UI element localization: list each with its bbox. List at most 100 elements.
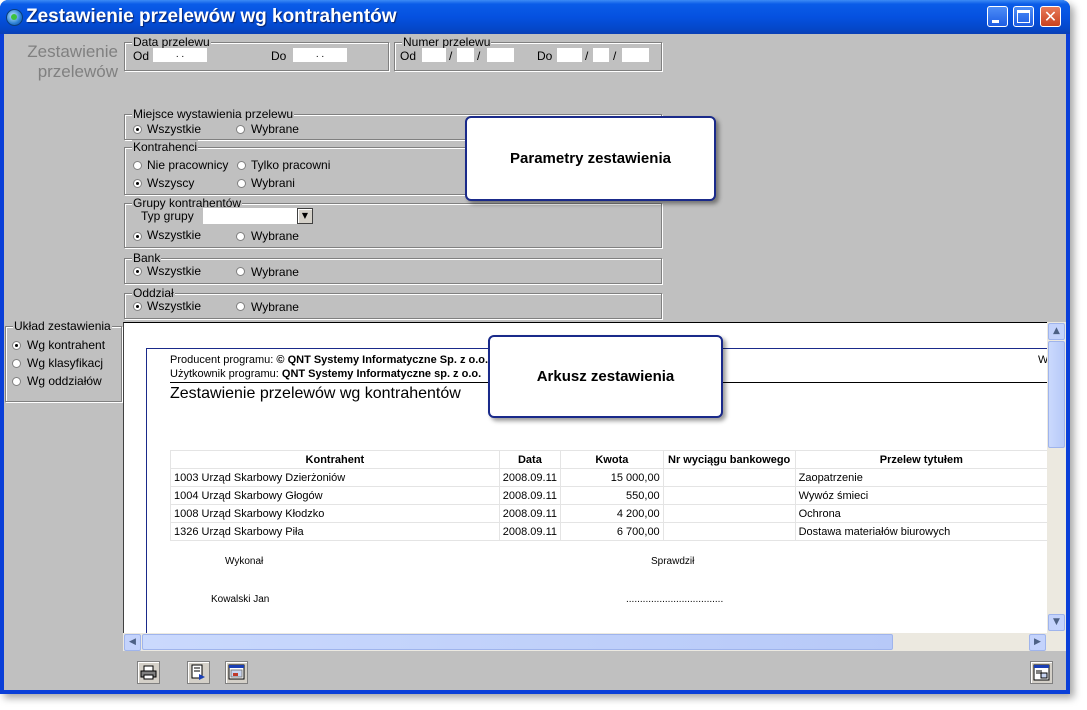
report-user-label: Użytkownik programu:: [170, 368, 279, 380]
report-producer: Producent programu: © QNT Systemy Inform…: [170, 354, 488, 366]
scroll-right-button[interactable]: ▶: [1029, 634, 1046, 651]
table-row[interactable]: 1008 Urząd Skarbowy Kłodzko 2008.09.11 4…: [170, 504, 1048, 523]
table-row[interactable]: 1003 Urząd Skarbowy Dzierżoniów 2008.09.…: [170, 468, 1048, 487]
horizontal-scrollbar[interactable]: ◀ ▶: [123, 633, 1066, 651]
settings-button[interactable]: [1030, 661, 1053, 684]
place-radio-all[interactable]: [133, 125, 142, 134]
cell-contractor: 1004 Urząd Skarbowy Głogów: [170, 486, 500, 505]
made-by-label: Wykonał: [225, 556, 264, 567]
branch-group-title: Oddział: [132, 286, 175, 300]
report-user-value: QNT Systemy Informatyczne sp. z o.o.: [281, 368, 482, 380]
col-header-statement: Nr wyciągu bankowego: [662, 450, 796, 469]
cell-date: 2008.09.11: [498, 522, 562, 541]
layout-radio-branches[interactable]: [12, 377, 21, 386]
scroll-down-button[interactable]: ▼: [1048, 614, 1065, 631]
chevron-right-icon: ▶: [1034, 637, 1041, 647]
scroll-up-button[interactable]: ▲: [1048, 323, 1065, 340]
checked-by-line: ...................................: [626, 594, 724, 605]
report-table: Kontrahent Data Kwota Nr wyciągu bankowe…: [170, 450, 1048, 541]
report-producer-value: © QNT Systemy Informatyczne Sp. z o.o.: [276, 354, 489, 366]
date-from-input[interactable]: . .: [153, 48, 207, 62]
number-from-sep1: /: [449, 49, 453, 63]
contractors-option-non-employees[interactable]: Nie pracownicy: [147, 158, 235, 172]
number-to-part2[interactable]: [593, 48, 609, 62]
date-to-input[interactable]: . .: [293, 48, 347, 62]
place-option-all[interactable]: Wszystkie: [147, 122, 201, 136]
bank-radio-selected[interactable]: [236, 267, 245, 276]
branch-radio-all[interactable]: [133, 302, 142, 311]
bank-radio-all[interactable]: [133, 267, 142, 276]
place-option-selected[interactable]: Wybrane: [251, 122, 301, 136]
contractors-option-selected[interactable]: Wybrani: [251, 176, 295, 190]
print-button[interactable]: [137, 661, 160, 684]
layout-option-classification[interactable]: Wg klasyfikacj: [27, 356, 103, 370]
preview-button[interactable]: [225, 661, 248, 684]
contractor-groups-radio-all[interactable]: [133, 232, 142, 241]
number-from-part2[interactable]: [457, 48, 474, 62]
group-type-select[interactable]: [203, 208, 297, 224]
col-header-title: Przelew tytułem: [794, 450, 1048, 469]
number-to-part1[interactable]: [557, 48, 582, 62]
number-from-part1[interactable]: [422, 48, 446, 62]
horizontal-scroll-thumb[interactable]: [142, 634, 893, 650]
chevron-left-icon: ◀: [129, 637, 136, 647]
close-button[interactable]: ✕: [1040, 6, 1061, 27]
contractors-option-all[interactable]: Wszyscy: [147, 176, 194, 190]
contractors-radio-only-employees[interactable]: [237, 161, 246, 170]
cell-date: 2008.09.11: [498, 468, 562, 487]
printer-icon: [140, 665, 157, 680]
date-group: Data przelewu Od . . Do . .: [124, 35, 389, 71]
contractors-group-title: Kontrahenci: [132, 140, 199, 154]
minimize-button[interactable]: [987, 6, 1008, 27]
cell-date: 2008.09.11: [498, 504, 562, 523]
contractor-groups-radio-selected[interactable]: [236, 232, 245, 241]
title-bar[interactable]: Zestawienie przelewów wg kontrahentów ✕: [0, 0, 1070, 34]
report-user: Użytkownik programu: QNT Systemy Informa…: [170, 368, 481, 380]
date-to-label: Do: [271, 49, 287, 63]
minimize-icon: [992, 20, 999, 23]
layout-radio-classification[interactable]: [12, 359, 21, 368]
group-type-label: Typ grupy: [141, 209, 194, 223]
branch-option-selected[interactable]: Wybrane: [251, 300, 301, 314]
table-row[interactable]: 1326 Urząd Skarbowy Piła 2008.09.11 6 70…: [170, 522, 1048, 541]
cell-amount: 6 700,00: [560, 522, 664, 541]
layout-option-contractor[interactable]: Wg kontrahent: [27, 338, 105, 352]
number-group-title: Numer przelewu: [402, 35, 492, 49]
group-type-dropdown-button[interactable]: ▼: [297, 208, 313, 224]
place-radio-selected[interactable]: [236, 125, 245, 134]
cell-statement: [662, 504, 796, 523]
contractor-groups-option-selected[interactable]: Wybrane: [251, 229, 301, 243]
app-window: Zestawienie przelewów wg kontrahentów ✕ …: [0, 0, 1070, 694]
layout-radio-contractor[interactable]: [12, 341, 21, 350]
export-button[interactable]: [187, 661, 210, 684]
number-from-part3[interactable]: [487, 48, 514, 62]
bank-option-selected[interactable]: Wybrane: [251, 265, 301, 279]
layout-group-title: Układ zestawienia: [13, 319, 112, 333]
number-to-part3[interactable]: [622, 48, 649, 62]
window-title: Zestawienie przelewów wg kontrahentów: [26, 6, 397, 27]
contractors-radio-non-employees[interactable]: [133, 161, 142, 170]
contractors-radio-selected[interactable]: [237, 179, 246, 188]
chevron-up-icon: ▲: [1053, 326, 1060, 336]
cell-date: 2008.09.11: [498, 486, 562, 505]
contractor-groups-option-all[interactable]: Wszystkie: [147, 228, 201, 242]
date-from-label: Od: [133, 49, 150, 63]
maximize-button[interactable]: [1013, 6, 1034, 27]
checked-by-label: Sprawdził: [651, 556, 695, 567]
chevron-down-icon: ▼: [1053, 617, 1060, 627]
settings-icon: [1033, 664, 1050, 681]
cell-amount: 15 000,00: [560, 468, 664, 487]
branch-option-all[interactable]: Wszystkie: [147, 299, 201, 313]
bank-option-all[interactable]: Wszystkie: [147, 264, 201, 278]
maximize-icon: [1017, 10, 1030, 23]
contractors-radio-all[interactable]: [133, 179, 142, 188]
scroll-left-button[interactable]: ◀: [124, 634, 141, 651]
vertical-scrollbar[interactable]: ▲ ▼: [1047, 322, 1066, 633]
table-row[interactable]: 1004 Urząd Skarbowy Głogów 2008.09.11 55…: [170, 486, 1048, 505]
layout-option-branches[interactable]: Wg oddziałów: [27, 374, 102, 388]
vertical-scroll-thumb[interactable]: [1048, 341, 1065, 448]
branch-radio-selected[interactable]: [236, 302, 245, 311]
contractors-option-only-employees[interactable]: Tylko pracowni: [251, 158, 330, 172]
left-panel-title-line2: przelewów: [37, 62, 118, 81]
bank-group: Bank Wszystkie Wybrane: [124, 251, 662, 284]
